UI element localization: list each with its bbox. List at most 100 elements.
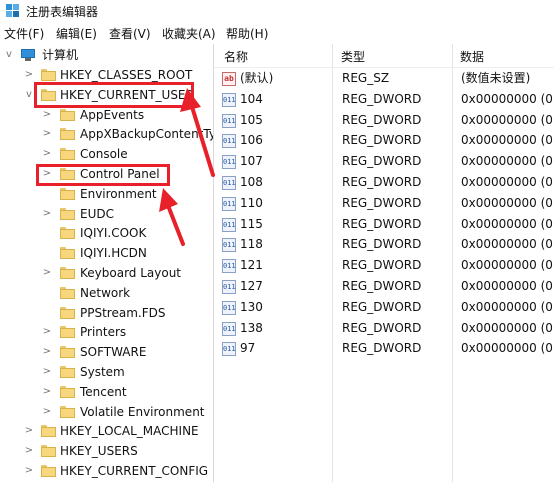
value-type: REG_DWORD xyxy=(342,133,422,148)
value-row[interactable]: 011 97 REG_DWORD 0x00000000 (0) xyxy=(214,339,554,359)
value-row[interactable]: 011 107 REG_DWORD 0x00000000 (0) xyxy=(214,152,554,172)
tree-node[interactable]: > Printers xyxy=(0,323,213,343)
title-bar: 注册表编辑器 xyxy=(0,0,554,24)
binary-value-icon: 011 xyxy=(222,176,236,190)
value-row[interactable]: 011 115 REG_DWORD 0x00000000 (0) xyxy=(214,215,554,235)
tree-node-label: System xyxy=(80,365,125,379)
expand-chevron-icon[interactable]: > xyxy=(42,406,52,418)
expand-chevron-icon[interactable]: > xyxy=(42,148,52,160)
menu-help[interactable]: 帮助(H) xyxy=(226,27,268,42)
folder-icon xyxy=(60,286,75,299)
folder-icon xyxy=(60,366,75,378)
value-type: REG_DWORD xyxy=(342,195,422,210)
value-type: REG_DWORD xyxy=(342,237,422,252)
tree-node[interactable]: > AppXBackupContentTy xyxy=(0,125,213,145)
expand-chevron-icon[interactable]: > xyxy=(42,366,52,378)
tree-node[interactable]: > AppEvents xyxy=(0,106,213,126)
menu-view[interactable]: 查看(V) xyxy=(109,27,151,42)
value-row[interactable]: 011 118 REG_DWORD 0x00000000 (0) xyxy=(214,235,554,255)
folder-icon xyxy=(41,69,56,81)
tree-node[interactable]: > HKEY_USERS xyxy=(0,442,213,462)
tree-node[interactable]: > Tencent xyxy=(0,383,213,403)
expand-chevron-icon[interactable]: > xyxy=(24,445,34,457)
tree-node[interactable]: > EUDC xyxy=(0,205,213,225)
value-row[interactable]: ab (默认) REG_SZ (数值未设置) xyxy=(214,69,554,89)
tree-node[interactable]: IQIYI.COOK xyxy=(0,224,213,244)
binary-value-icon: 011 xyxy=(222,238,236,253)
tree-node[interactable]: > HKEY_LOCAL_MACHINE xyxy=(0,422,213,442)
tree-node-label: Console xyxy=(80,147,128,162)
folder-icon xyxy=(41,465,56,477)
expand-chevron-icon[interactable]: > xyxy=(42,386,52,398)
highlight-box-hkey-current-user xyxy=(34,82,194,108)
tree-node-label: Environment xyxy=(80,186,157,201)
column-header-type[interactable]: 类型 xyxy=(341,50,365,65)
value-row[interactable]: 011 108 REG_DWORD 0x00000000 (0) xyxy=(214,173,554,193)
value-type: REG_DWORD xyxy=(342,154,422,169)
value-data: 0x00000000 (0) xyxy=(461,237,554,252)
value-data: 0x00000000 (0) xyxy=(461,279,554,293)
registry-editor-icon xyxy=(6,4,19,17)
value-row[interactable]: 011 130 REG_DWORD 0x00000000 (0) xyxy=(214,298,554,318)
value-row[interactable]: 011 138 REG_DWORD 0x00000000 (0) xyxy=(214,319,554,339)
expand-chevron-icon[interactable]: > xyxy=(42,208,52,220)
value-data: (数值未设置) xyxy=(461,71,531,85)
expand-chevron-icon[interactable]: > xyxy=(24,69,34,81)
expand-chevron-icon[interactable]: > xyxy=(42,267,52,279)
header-divider xyxy=(214,67,554,68)
value-data: 0x00000000 (0) xyxy=(461,258,554,273)
key-tree-pane[interactable]: v 计算机 > HKEY_CLASSES_ROOT v HKEY_CURRENT_US… xyxy=(0,44,214,482)
collapse-chevron-icon[interactable]: v xyxy=(24,89,34,101)
value-row[interactable]: 011 105 REG_DWORD 0x00000000 (0) xyxy=(214,111,554,131)
tree-root-computer[interactable]: v 计算机 xyxy=(0,46,213,66)
menu-file[interactable]: 文件(F) xyxy=(4,27,44,42)
value-data: 0x00000000 (0) xyxy=(461,112,554,127)
tree-node[interactable]: > Console xyxy=(0,145,213,165)
value-type: REG_DWORD xyxy=(342,299,422,314)
tree-node[interactable]: > SOFTWARE xyxy=(0,343,213,363)
expand-chevron-icon[interactable]: > xyxy=(42,128,52,140)
column-header-name[interactable]: 名称 xyxy=(224,50,248,65)
value-row[interactable]: 011 127 REG_DWORD 0x00000000 (0) xyxy=(214,277,554,297)
tree-node-label: 计算机 xyxy=(42,48,79,62)
value-row[interactable]: 011 104 REG_DWORD 0x00000000 (0) xyxy=(214,90,554,110)
value-data: 0x00000000 (0) xyxy=(461,320,554,335)
binary-value-icon: 011 xyxy=(222,259,236,274)
tree-node[interactable]: Environment xyxy=(0,185,213,205)
binary-value-icon: 011 xyxy=(222,196,236,211)
expand-chevron-icon[interactable]: > xyxy=(42,109,52,121)
value-type: REG_DWORD xyxy=(342,112,422,127)
value-row[interactable]: 011 121 REG_DWORD 0x00000000 (0) xyxy=(214,256,554,276)
values-list-pane[interactable]: 名称 类型 数据 ab (默认) REG_SZ (数值未设置) 011 104 REG_DW… xyxy=(214,44,554,482)
menu-favorites[interactable]: 收藏夹(A) xyxy=(162,27,216,42)
tree-node[interactable]: > Keyboard Layout xyxy=(0,264,213,284)
tree-node[interactable]: > Volatile Environment xyxy=(0,403,213,423)
tree-node[interactable]: > HKEY_CURRENT_CONFIG xyxy=(0,462,213,482)
value-row[interactable]: 011 110 REG_DWORD 0x00000000 (0) xyxy=(214,194,554,214)
value-name: 107 xyxy=(240,154,263,169)
tree-node-label: HKEY_USERS xyxy=(60,444,138,459)
value-data: 0x00000000 (0) xyxy=(461,133,554,148)
expand-chevron-icon[interactable]: > xyxy=(24,465,34,477)
tree-node[interactable]: > System xyxy=(0,363,213,383)
menu-edit[interactable]: 编辑(E) xyxy=(56,27,97,42)
binary-value-icon: 011 xyxy=(222,113,236,128)
folder-icon xyxy=(60,148,75,161)
binary-value-icon: 011 xyxy=(222,134,236,149)
expand-chevron-icon[interactable]: > xyxy=(42,326,52,338)
binary-value-icon: 011 xyxy=(222,217,236,232)
collapse-chevron-icon[interactable]: v xyxy=(4,49,14,61)
tree-node[interactable]: Network xyxy=(0,284,213,304)
binary-value-icon: 011 xyxy=(222,92,236,107)
expand-chevron-icon[interactable]: > xyxy=(24,425,34,437)
folder-icon xyxy=(60,306,75,319)
expand-chevron-icon[interactable]: > xyxy=(42,346,52,358)
column-header-data[interactable]: 数据 xyxy=(460,50,484,65)
tree-node[interactable]: PPStream.FDS xyxy=(0,304,213,324)
value-data: 0x00000000 (0) xyxy=(461,91,554,106)
tree-node-label: Network xyxy=(80,285,131,300)
tree-node[interactable]: IQIYI.HCDN xyxy=(0,244,213,264)
value-row[interactable]: 011 106 REG_DWORD 0x00000000 (0) xyxy=(214,131,554,151)
tree-node-label: HKEY_LOCAL_MACHINE xyxy=(60,424,199,439)
binary-value-icon: 011 xyxy=(222,280,236,294)
